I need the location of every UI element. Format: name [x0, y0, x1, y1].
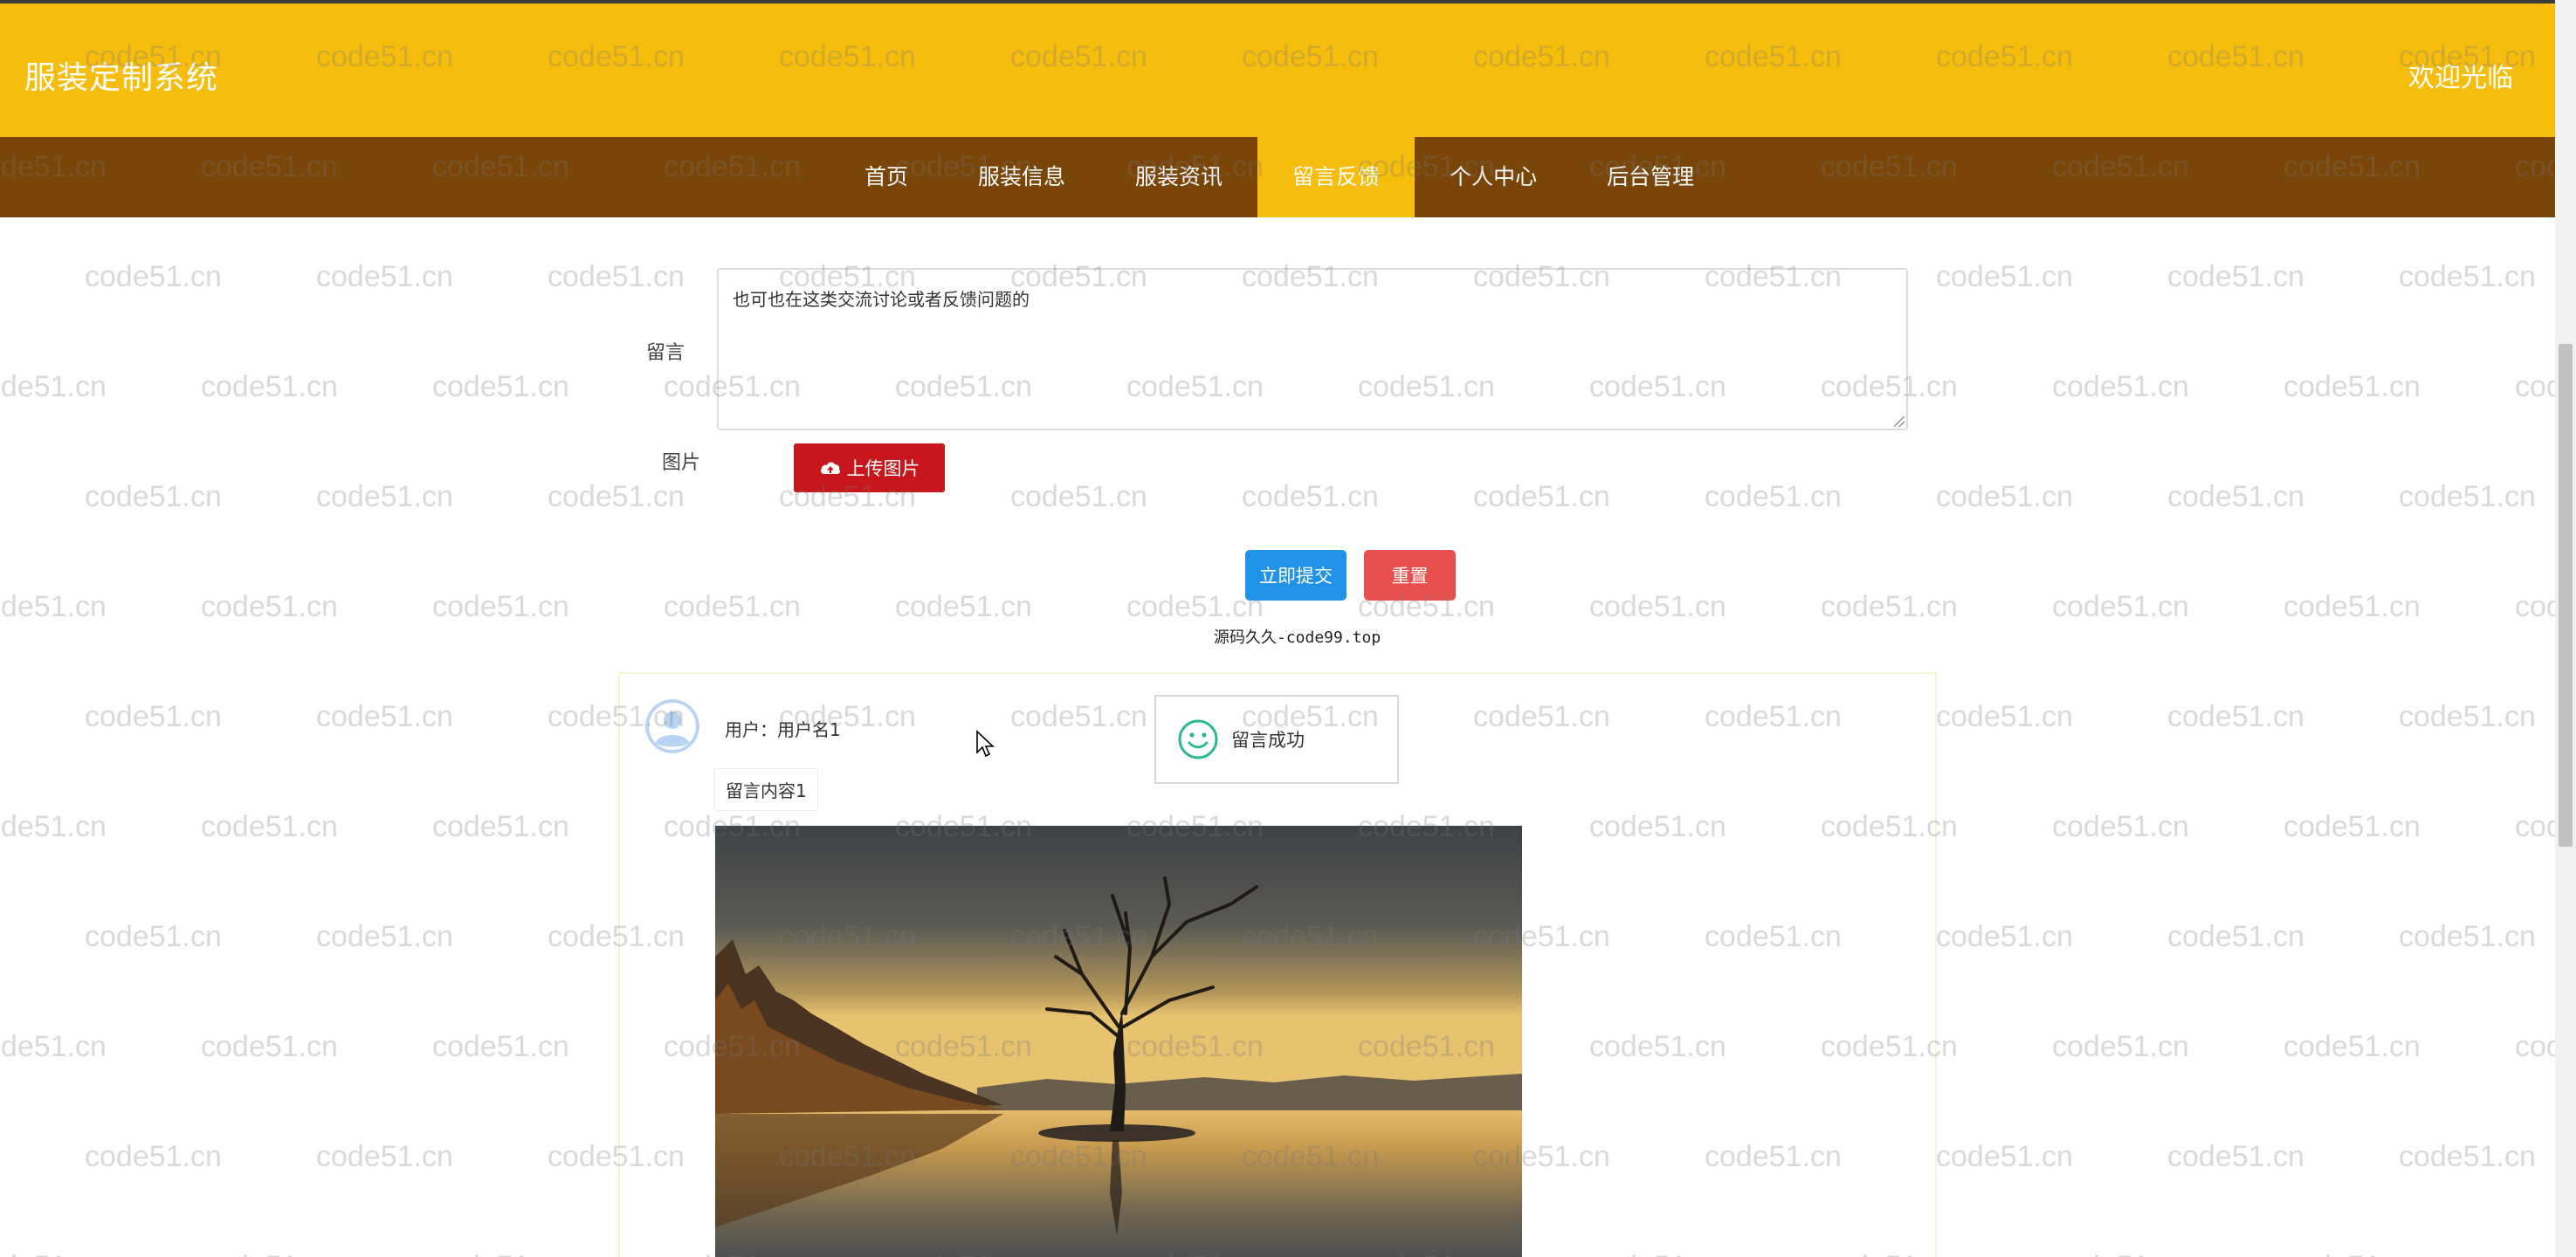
watermark-text: code51.cn	[664, 590, 801, 623]
watermark-text: code51.cn	[2283, 1030, 2421, 1063]
watermark-text: code51.cn	[2283, 590, 2421, 623]
watermark-text: code51.cn	[316, 260, 453, 293]
watermark-text: code51.cn	[2515, 1250, 2555, 1257]
nav-item-home[interactable]: 首页	[830, 137, 943, 217]
watermark-text: code51.cn	[1821, 590, 1958, 623]
watermark-text: code51.cn	[2399, 920, 2536, 953]
watermark-text: code51.cn	[201, 370, 338, 403]
watermark-text: code51.cn	[1126, 590, 1264, 623]
watermark-text: code51.cn	[548, 260, 685, 293]
nav-bar: 首页 服装信息 服装资讯 留言反馈 个人中心 后台管理	[0, 137, 2555, 217]
watermark-text: code51.cn	[2167, 700, 2304, 733]
watermark-text: code51.cn	[85, 260, 222, 293]
watermark-text: code51.cn	[2399, 260, 2536, 293]
message-label: 留言	[646, 342, 685, 364]
submit-button[interactable]: 立即提交	[1245, 550, 1347, 601]
watermark-text: code51.cn	[201, 590, 338, 623]
comment-photo	[715, 826, 1522, 1257]
watermark-text: code51.cn	[432, 370, 569, 403]
watermark-text: code51.cn	[2052, 370, 2189, 403]
watermark-text: code51.cn	[548, 480, 685, 513]
watermark-text: code51.cn	[85, 920, 222, 953]
watermark-text: code51.cn	[2167, 920, 2304, 953]
site-brand[interactable]: 服装定制系统	[24, 52, 218, 98]
user-avatar-icon	[645, 699, 699, 753]
watermark-text: code51.cn	[316, 920, 453, 953]
watermark-text: code51.cn	[1936, 920, 2073, 953]
watermark-text: code51.cn	[2052, 1030, 2189, 1063]
main-nav: 首页 服装信息 服装资讯 留言反馈 个人中心 后台管理	[830, 137, 1729, 217]
nav-item-clothing-news[interactable]: 服装资讯	[1100, 137, 1257, 217]
watermark-text: code51.cn	[1242, 480, 1379, 513]
watermark-text: code51.cn	[201, 810, 338, 843]
watermark-text: code51.cn	[201, 1030, 338, 1063]
comment-content: 留言内容1	[714, 768, 818, 811]
watermark-text: code51.cn	[0, 590, 107, 623]
scrollbar-thumb[interactable]	[2559, 344, 2573, 847]
watermark-text: code51.cn	[1473, 480, 1610, 513]
watermark-text: code51.cn	[1010, 480, 1147, 513]
watermark-text: code51.cn	[2052, 810, 2189, 843]
upload-image-label: 上传图片	[846, 458, 920, 479]
watermark-text: code51.cn	[1589, 590, 1726, 623]
watermark-text: code51.cn	[85, 480, 222, 513]
watermark-text: code51.cn	[2399, 700, 2536, 733]
nav-item-personal-center[interactable]: 个人中心	[1415, 137, 1572, 217]
nav-item-clothing-info[interactable]: 服装信息	[943, 137, 1100, 217]
source-note: 源码久久-code99.top	[1214, 628, 1381, 647]
watermark-text: code51.cn	[85, 700, 222, 733]
reset-button[interactable]: 重置	[1364, 550, 1456, 601]
watermark-text: code51.cn	[316, 1140, 453, 1173]
smile-icon	[1178, 719, 1218, 759]
watermark-text: code51.cn	[1936, 1140, 2073, 1173]
watermark-text: code51.cn	[895, 590, 1032, 623]
nav-item-feedback[interactable]: 留言反馈	[1257, 137, 1415, 217]
page: 服装定制系统 欢迎光临 首页 服装信息 服装资讯 留言反馈 个人中心 后台管理 …	[0, 0, 2555, 1257]
watermark-text: code51.cn	[2515, 1030, 2555, 1063]
watermark-text: code51.cn	[0, 1030, 107, 1063]
watermark-text: code51.cn	[2399, 480, 2536, 513]
watermark-text: code51.cn	[2052, 590, 2189, 623]
message-textarea[interactable]: 也可也在这类交流讨论或者反馈问题的	[717, 268, 1908, 430]
watermark-text: code51.cn	[2167, 260, 2304, 293]
comment-user: 用户：用户名1	[725, 719, 841, 740]
watermark-text: code51.cn	[2515, 590, 2555, 623]
image-label: 图片	[662, 452, 701, 474]
watermark-text: code51.cn	[432, 1030, 569, 1063]
watermark-text: code51.cn	[432, 590, 569, 623]
watermark-text: code51.cn	[432, 1250, 569, 1257]
toast-message: 留言成功	[1154, 695, 1399, 784]
vertical-scrollbar[interactable]	[2555, 0, 2576, 1257]
watermark-text: code51.cn	[2283, 810, 2421, 843]
watermark-text: code51.cn	[316, 480, 453, 513]
watermark-text: code51.cn	[2283, 370, 2421, 403]
message-text: 也可也在这类交流讨论或者反馈问题的	[733, 289, 1030, 310]
watermark-text: code51.cn	[1936, 260, 2073, 293]
watermark-text: code51.cn	[432, 810, 569, 843]
watermark-text: code51.cn	[1936, 480, 2073, 513]
watermark-text: code51.cn	[316, 700, 453, 733]
watermark-text: code51.cn	[2515, 810, 2555, 843]
watermark-text: code51.cn	[0, 370, 107, 403]
watermark-text: code51.cn	[0, 1250, 107, 1257]
watermark-text: code51.cn	[2052, 1250, 2189, 1257]
watermark-text: code51.cn	[2167, 480, 2304, 513]
watermark-text: code51.cn	[0, 810, 107, 843]
watermark-text: code51.cn	[2399, 1140, 2536, 1173]
cloud-upload-icon	[820, 462, 840, 474]
watermark-text: code51.cn	[85, 1140, 222, 1173]
watermark-text: code51.cn	[1936, 700, 2073, 733]
welcome-text: 欢迎光临	[2408, 63, 2513, 93]
upload-image-button[interactable]: 上传图片	[794, 443, 945, 492]
header-bar: 服装定制系统 欢迎光临	[0, 0, 2555, 137]
watermark-text: code51.cn	[1705, 480, 1842, 513]
watermark-text: code51.cn	[2515, 370, 2555, 403]
resize-grip-icon[interactable]	[1894, 416, 1904, 427]
watermark-text: code51.cn	[2167, 1140, 2304, 1173]
toast-text: 留言成功	[1231, 730, 1305, 751]
watermark-text: code51.cn	[2283, 1250, 2421, 1257]
nav-item-admin[interactable]: 后台管理	[1572, 137, 1729, 217]
watermark-text: code51.cn	[201, 1250, 338, 1257]
